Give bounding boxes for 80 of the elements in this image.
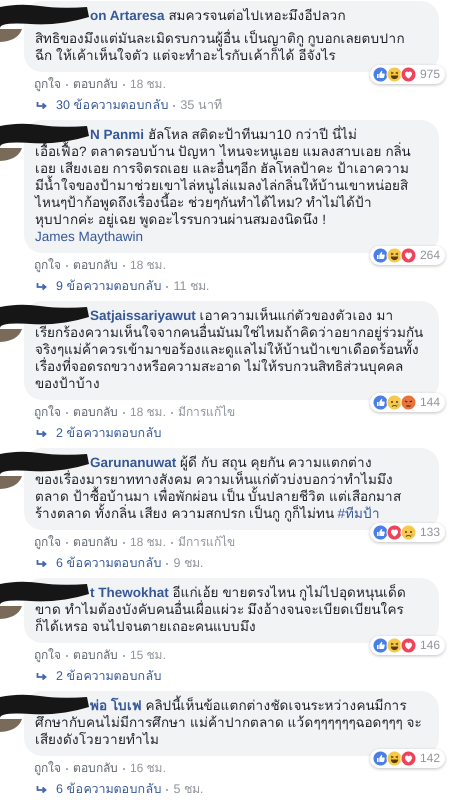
reply-link[interactable]: ตอบกลับ <box>73 534 118 551</box>
comment-text-line: ก็ได้เหรอ จนไปจนตายเถอะคนแบบมึง <box>35 618 256 635</box>
comment-text-line: ไหนๆป้าก้อพูดถึงเรื่องนี้อะ ช่วยๆกันทำได้ไหม? ทำไม่ได้ป้า <box>35 194 372 211</box>
comment-text-line: มีน้ำใจของป้ามาช่วยเขาไล่หนูไล่แมลงไล่กลิ่นให้บ้านเขาหน่อยสิ <box>35 177 408 194</box>
avatar <box>0 719 24 733</box>
comment-text-line: ของเรื่องมารยาททางสังคม ความเห็นแก่ตัวบ่งบอกว่าทำไมมึง <box>35 471 393 487</box>
avatar <box>0 29 24 43</box>
replies-link[interactable]: 30 ข้อความตอบกลับ <box>56 97 168 114</box>
reply-link[interactable]: ตอบกลับ <box>73 257 118 274</box>
reply-arrow-icon <box>36 672 48 682</box>
reply-arrow-icon <box>36 100 48 110</box>
commenter-name[interactable]: N Panmi <box>90 127 144 142</box>
reply-time: 5 ชม. <box>173 781 204 798</box>
comment-text-line: t Thewokhat อีแก่เอ้ย ขายตรงไหน กูไม่ไปอุดหนุนเด็ด <box>90 584 406 600</box>
reply-time: 11 ชม. <box>173 278 210 295</box>
reply-time: 35 นาที <box>180 97 222 114</box>
comment-text-line: Garunanuwat ผู้ดี กับ สถุน คุยกัน ความแตกต่าง <box>90 454 372 470</box>
avatar <box>0 148 24 162</box>
reaction-count-badge[interactable]: 144 <box>370 393 445 412</box>
timestamp[interactable]: 18 ชม. <box>130 534 166 551</box>
avatar <box>0 329 24 343</box>
comment-text-line: ขาด ทำไมต้องบังคับคนอื่นเผื่อแผ่วะ มึงอ้างจนจะเบียดเบียนใคร <box>35 601 404 618</box>
like-link[interactable]: ถูกใจ <box>34 760 61 777</box>
replies-link[interactable]: 2 ข้อความตอบกลับ <box>56 425 162 442</box>
tag-link[interactable]: James Maythawin <box>35 228 144 245</box>
timestamp[interactable]: 18 ชม. <box>130 257 166 274</box>
comment-text-line: เรื่องที่จอดรถขวางหรือความสะอาด ไม่ให้รบกวนสิทธิส่วนบุคคล <box>35 358 403 375</box>
reply-link[interactable]: ตอบกลับ <box>73 76 118 93</box>
comment-text-line: ของป้าบ้าง <box>35 375 100 392</box>
timestamp[interactable]: 15 ชม. <box>130 647 166 664</box>
comment-text-line: เอย เสียงเอย การจิตรถเอย และอื่นๆอีก ฮัลโหลป้าคะ ป้าเอาความ <box>35 160 409 176</box>
comment-text-line: สิทธิของมึงแต่มันละเมิดรบกวนผู้อื่น เป็นญาติกู กูบอกเลยตบปาก <box>35 30 405 47</box>
comment-text-line: ร้างตลาด ทั้งกลิ่น เสียง ความสกปรก เป็นกู กูก็ไม่ทน #ทีมป้า <box>35 505 380 522</box>
comment-text-line: ตลาด ป้าซื้อบ้านมา เพื่อพักผ่อน เป็น บั้นปลายชีวิต แต่เสือกมาส <box>35 488 401 505</box>
comment-text-line: N Panmi ฮัลโหล สติดะป้าทีนมา10 กว่าปี นี่ไม่ <box>90 126 358 143</box>
reply-arrow-icon <box>36 558 48 568</box>
like-link[interactable]: ถูกใจ <box>34 534 61 551</box>
reply-arrow-icon <box>36 784 48 794</box>
commenter-name[interactable]: t Thewokhat <box>90 585 169 600</box>
like-link[interactable]: ถูกใจ <box>34 647 61 664</box>
commenter-name[interactable]: Garunanuwat <box>90 455 176 470</box>
replies-link[interactable]: 9 ข้อความตอบกลับ <box>56 278 162 295</box>
tag-link[interactable]: #ทีมป้า <box>338 506 380 521</box>
comment-text-line: เสียงดังโวยวายทำไม <box>35 731 159 748</box>
reply-link[interactable]: ตอบกลับ <box>73 404 118 421</box>
like-link[interactable]: ถูกใจ <box>34 76 61 93</box>
commenter-name[interactable]: Satjaissariyawut <box>90 308 196 323</box>
like-link[interactable]: ถูกใจ <box>34 404 61 421</box>
comment-text-line: ฉีก ให้เค้าเห็นใจตัว แต่จะทำอะไรกับเค้าก็ได้ อีจังไร <box>35 47 336 64</box>
comment-text-line: on Artaresa สมควรจนต่อไปเหอะมึงอีปลวก <box>90 7 346 24</box>
avatar <box>0 476 24 490</box>
comment-text-line: พ่อ โบเฟ คลิปนี้เห็นข้อแตกต่างชัดเจนระหว่างคนมีการ <box>90 697 407 714</box>
reaction-count-badge[interactable]: 264 <box>370 246 445 265</box>
edited-label[interactable]: มีการแก้ไข <box>178 534 236 551</box>
comment-text-line: จริงๆแม่ค้าควรเข้ามาขอร้องและดูแลไม่ให้บ้านป้าเขาเดือดร้อนทั้ง <box>35 341 419 358</box>
comment-text-line: เอื้อเฟื้อ? ตลาดรอบบ้าน ปัญหา ไหนจะหนูเอย แมลงสาบเอย กลิ่น <box>35 143 410 160</box>
reply-arrow-icon <box>36 428 48 438</box>
comment-text-line: Satjaissariyawut เอาความเห็นแก่ตัวของตัวเอง มา <box>90 307 394 323</box>
commenter-name[interactable]: on Artaresa <box>90 8 165 23</box>
reaction-count-badge[interactable]: 146 <box>370 636 445 655</box>
replies-link[interactable]: 6 ข้อความตอบกลับ <box>56 781 162 798</box>
reaction-count-badge[interactable]: 133 <box>370 523 445 542</box>
replies-link[interactable]: 2 ข้อความตอบกลับ <box>56 668 162 685</box>
timestamp[interactable]: 16 ชม. <box>130 760 166 777</box>
comment-text-line: ศึกษากับคนไม่มีการศึกษา แม่ค้าปากตลาด แว้ดๆๆๆๆๆๆฉอดๆๆๆ จะ <box>35 714 422 731</box>
comment-text-line: เรียกร้องความเห็นใจจากคนอื่นมันมใช่ไหมถ้าคิดว่าอยากอยู่ร่วมกัน <box>35 324 423 340</box>
reaction-count-badge[interactable]: 975 <box>370 65 445 84</box>
reply-arrow-icon <box>36 282 48 292</box>
avatar <box>0 606 24 620</box>
timestamp[interactable]: 18 ชม. <box>130 404 166 421</box>
edited-label[interactable]: มีการแก้ไข <box>178 404 236 421</box>
commenter-name[interactable]: พ่อ โบเฟ <box>90 698 142 713</box>
comment-text-line: หุบปากค่ะ อยู่เฉย พูดอะไรรบกวนผ่านสมองนิดนึง ! <box>35 211 326 228</box>
reaction-count-badge[interactable]: 142 <box>370 749 445 768</box>
reply-link[interactable]: ตอบกลับ <box>73 647 118 664</box>
reply-time: 9 ชม. <box>173 555 204 572</box>
replies-link[interactable]: 6 ข้อความตอบกลับ <box>56 555 162 572</box>
reply-link[interactable]: ตอบกลับ <box>73 760 118 777</box>
like-link[interactable]: ถูกใจ <box>34 257 61 274</box>
timestamp[interactable]: 18 ชม. <box>130 76 166 93</box>
